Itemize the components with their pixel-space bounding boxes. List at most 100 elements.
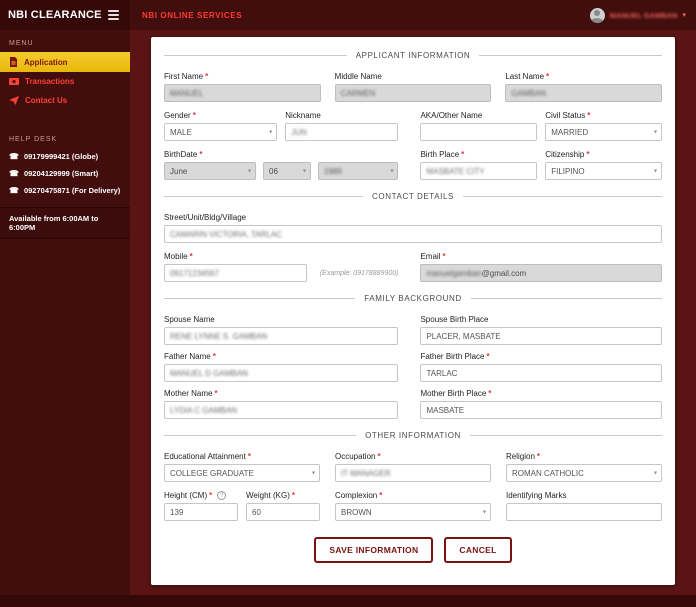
required-marker: * (442, 252, 446, 261)
education-select[interactable]: COLLEGE GRADUATE ▾ (164, 464, 320, 482)
field-label: Religion (506, 452, 535, 461)
chevron-down-icon: ▾ (682, 12, 686, 19)
cancel-button[interactable]: CANCEL (444, 537, 512, 563)
required-marker: * (536, 452, 541, 461)
sidebar-item-contact-us[interactable]: Contact Us (0, 91, 130, 110)
spouse-birth-place-input[interactable]: PLACER, MASBATE (420, 327, 662, 345)
nickname-input[interactable]: JUN (285, 123, 399, 141)
complexion-select[interactable]: BROWN ▾ (335, 503, 491, 521)
chevron-down-icon: ▾ (653, 168, 657, 175)
birth-day-select[interactable]: 06 ▾ (263, 162, 311, 180)
field-label: Father Name (164, 352, 211, 361)
aka-input[interactable] (420, 123, 538, 141)
field-label: Street/Unit/Bldg/Village (164, 213, 247, 222)
complexion-field: Complexion * BROWN ▾ (335, 491, 491, 521)
citizenship-field: Citizenship * FILIPINO ▾ (545, 150, 662, 180)
mother-birth-place-input[interactable]: MASBATE (420, 401, 662, 419)
field-label: Height (CM) (164, 491, 208, 500)
required-marker: * (586, 150, 590, 159)
identifying-marks-field: Identifying Marks (506, 491, 662, 521)
required-marker: * (205, 72, 209, 81)
identifying-marks-input[interactable] (506, 503, 662, 521)
helpdesk-section-label: HELP DESK (9, 136, 58, 143)
field-label: Last Name (505, 72, 545, 81)
middle-name-input[interactable]: CARMEN (334, 84, 492, 102)
field-label: Middle Name (334, 72, 382, 81)
last-name-input[interactable]: GAMBAN (505, 84, 662, 102)
required-marker: * (199, 150, 203, 159)
required-marker: * (377, 452, 381, 461)
height-input[interactable]: 139 (164, 503, 238, 521)
required-marker: * (546, 72, 550, 81)
chevron-down-icon: ▾ (302, 168, 306, 175)
top-bar: NBI CLEARANCE NBI ONLINE SERVICES MANUEL… (0, 0, 696, 30)
father-birth-place-field: Father Birth Place * TARLAC (420, 352, 662, 382)
field-label: Civil Status (545, 111, 586, 120)
birth-month-select[interactable]: June ▾ (164, 162, 256, 180)
religion-select[interactable]: ROMAN CATHOLIC ▾ (506, 464, 662, 482)
gender-select[interactable]: MALE ▾ (164, 123, 278, 141)
birth-place-field: Birth Place * MASBATE CITY (420, 150, 538, 180)
required-marker: * (461, 150, 465, 159)
gender-field: Gender * MALE ▾ (164, 111, 278, 141)
help-icon[interactable]: ? (217, 491, 227, 500)
email-field: Email * manuelgamban @gmail.com (420, 252, 662, 282)
required-marker: * (192, 111, 196, 120)
father-birth-place-input[interactable]: TARLAC (420, 364, 662, 382)
occupation-input[interactable]: IT MANAGER (335, 464, 491, 482)
required-marker: * (209, 491, 213, 500)
required-marker: * (486, 352, 490, 361)
mobile-input[interactable]: 09171234567 (164, 264, 308, 282)
birth-year-select[interactable]: 1986 ▾ (318, 162, 399, 180)
user-menu[interactable]: MANUEL GAMBAN ▾ (589, 0, 696, 30)
birthdate-field: BirthDate * June ▾ 06 ▾ 1986 ▾ (164, 150, 399, 180)
father-name-input[interactable]: MANUEL D GAMBAN (164, 364, 399, 382)
phone-icon: ☎ (9, 186, 19, 195)
sidebar-item-application[interactable]: Application (0, 52, 130, 72)
email-input[interactable]: manuelgamban @gmail.com (420, 264, 662, 282)
field-label: AKA/Other Name (420, 111, 483, 120)
brand-segment: NBI CLEARANCE (0, 0, 130, 30)
section-applicant-information: APPLICANT INFORMATION (164, 51, 662, 60)
field-label: Complexion (335, 491, 378, 500)
section-other-information: OTHER INFORMATION (164, 431, 662, 440)
required-marker: * (247, 452, 251, 461)
chevron-down-icon: ▾ (311, 470, 315, 477)
hamburger-menu-icon[interactable] (105, 7, 122, 23)
weight-input[interactable]: 60 (246, 503, 320, 521)
spouse-name-input[interactable]: RENE LYNNE S. GAMBAN (164, 327, 399, 345)
send-icon (9, 96, 19, 105)
app-logo: NBI CLEARANCE (8, 9, 102, 21)
field-label: First Name (164, 72, 204, 81)
money-icon (9, 77, 19, 85)
section-contact-details: CONTACT DETAILS (164, 192, 662, 201)
chevron-down-icon: ▾ (482, 509, 486, 516)
field-label: Citizenship (545, 150, 585, 159)
citizenship-select[interactable]: FILIPINO ▾ (545, 162, 662, 180)
first-name-input[interactable]: MANUEL (164, 84, 321, 102)
mother-name-field: Mother Name * LYDIA C GAMBAN (164, 389, 399, 419)
religion-field: Religion * ROMAN CATHOLIC ▾ (506, 452, 662, 482)
helpdesk-phone-globe: ☎ 09179999421 (Globe) (0, 148, 130, 165)
required-marker: * (189, 252, 193, 261)
sidebar-item-transactions[interactable]: Transactions (0, 72, 130, 91)
mother-birth-place-field: Mother Birth Place * MASBATE (420, 389, 662, 419)
menu-section-label: MENU (9, 40, 34, 47)
chevron-down-icon: ▾ (653, 129, 657, 136)
height-field: Height (CM) *? 139 (164, 491, 238, 521)
phone-number: 09270475871 (For Delivery) (23, 186, 121, 195)
required-marker: * (291, 491, 295, 500)
father-name-field: Father Name * MANUEL D GAMBAN (164, 352, 399, 382)
mobile-example-hint: (Example: 09178889900) (319, 269, 399, 277)
mobile-field: Mobile * 09171234567 (Example: 0917888990… (164, 252, 398, 282)
chevron-down-icon: ▾ (269, 129, 273, 136)
field-label: Mother Birth Place (420, 389, 487, 398)
street-input[interactable]: CAMARIN VICTORIA, TARLAC (164, 225, 662, 243)
helpdesk-phone-delivery: ☎ 09270475871 (For Delivery) (0, 182, 130, 199)
mother-name-input[interactable]: LYDIA C GAMBAN (164, 401, 399, 419)
civil-status-select[interactable]: MARRIED ▾ (545, 123, 662, 141)
required-marker: * (379, 491, 383, 500)
required-marker: * (214, 389, 218, 398)
birth-place-input[interactable]: MASBATE CITY (420, 162, 538, 180)
save-information-button[interactable]: SAVE INFORMATION (314, 537, 434, 563)
